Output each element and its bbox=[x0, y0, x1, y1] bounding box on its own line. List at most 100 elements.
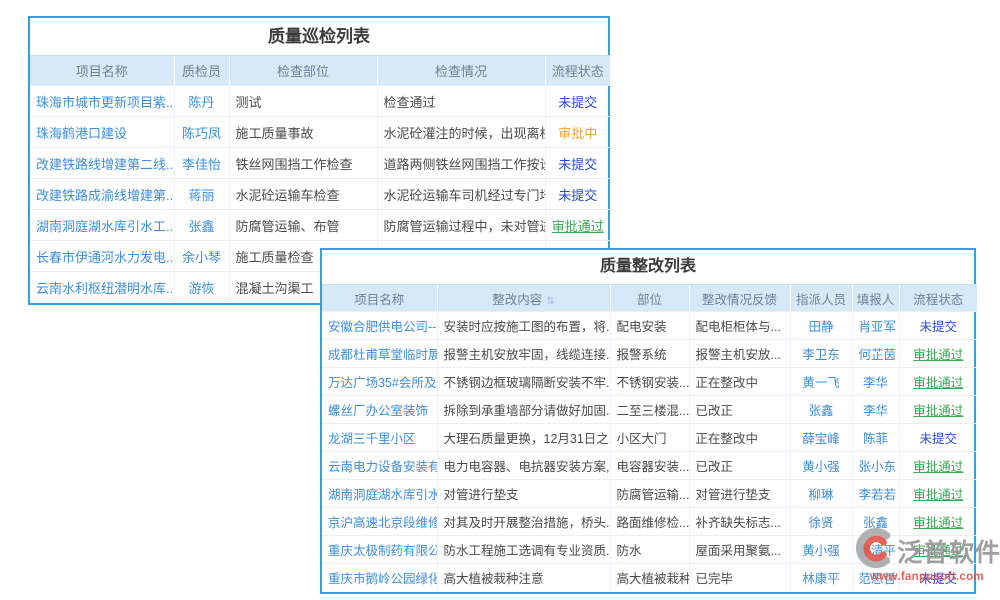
table-cell[interactable]: 安徽合肥供电公司--配电设备... bbox=[322, 312, 437, 340]
table-cell[interactable]: 审批通过 bbox=[899, 368, 977, 396]
table-cell[interactable]: 黄小强 bbox=[790, 536, 852, 564]
column-header-label: 部位 bbox=[637, 293, 662, 307]
table-cell[interactable]: 湖南洞庭湖水库引水工... bbox=[30, 210, 174, 241]
table-cell[interactable]: 螺丝厂办公室装饰 bbox=[322, 396, 437, 424]
table-row[interactable]: 改建铁路成渝线增建第...蒋丽水泥砼运输车检查水泥砼运输车司机经过专门培训...… bbox=[30, 179, 610, 210]
fanpu-url: www.fanpusoft.com bbox=[858, 571, 996, 583]
table-cell[interactable]: 黄小强 bbox=[790, 452, 852, 480]
column-header: 流程状态 bbox=[899, 285, 977, 312]
table-cell: 已完毕 bbox=[689, 564, 790, 592]
table-cell[interactable]: 湖南洞庭湖水库引水工程施工标 bbox=[322, 480, 437, 508]
table-cell: 二至三楼混... bbox=[610, 396, 689, 424]
table-cell[interactable]: 张鑫 bbox=[174, 210, 229, 241]
table-row[interactable]: 珠海市城市更新项目紫...陈丹测试检查通过未提交 bbox=[30, 86, 610, 117]
table-cell[interactable]: 张小东 bbox=[852, 452, 899, 480]
table-cell[interactable]: 未提交 bbox=[545, 148, 610, 179]
table-cell[interactable]: 张鑫 bbox=[790, 396, 852, 424]
table-cell[interactable]: 肖亚军 bbox=[852, 312, 899, 340]
table-cell[interactable]: 余小琴 bbox=[174, 241, 229, 272]
table-cell[interactable]: 审批通过 bbox=[899, 480, 977, 508]
table-cell[interactable]: 何芷茵 bbox=[852, 340, 899, 368]
table-row[interactable]: 云南电力设备安装有限公司20...电力电容器、电抗器安装方案,...电容器安装.… bbox=[322, 452, 977, 480]
column-header-label: 整改内容 bbox=[492, 293, 542, 307]
table-cell[interactable]: 林康平 bbox=[790, 564, 852, 592]
table-cell: 防腐管运输... bbox=[610, 480, 689, 508]
column-header-label: 检查情况 bbox=[435, 64, 487, 79]
table-cell[interactable]: 重庆市鹅岭公园绿化景观提升... bbox=[322, 564, 437, 592]
table-cell[interactable]: 改建铁路线增建第二线... bbox=[30, 148, 174, 179]
table-cell[interactable]: 改建铁路成渝线增建第... bbox=[30, 179, 174, 210]
table-cell[interactable]: 珠海市城市更新项目紫... bbox=[30, 86, 174, 117]
table-row[interactable]: 成都杜甫草堂临时展厅独立展...报警主机安放牢固，线缆连接...报警系统报警主机… bbox=[322, 340, 977, 368]
table-row[interactable]: 螺丝厂办公室装饰拆除到承重墙部分请做好加固...二至三楼混...已改正张鑫李华审… bbox=[322, 396, 977, 424]
table-cell[interactable]: 陈丹 bbox=[174, 86, 229, 117]
table-cell: 防腐管运输、布管 bbox=[229, 210, 377, 241]
table-cell[interactable]: 蒋丽 bbox=[174, 179, 229, 210]
column-header-label: 项目名称 bbox=[354, 293, 404, 307]
table-cell[interactable]: 未提交 bbox=[545, 179, 610, 210]
table-cell[interactable]: 李佳怡 bbox=[174, 148, 229, 179]
table-cell: 检查通过 bbox=[377, 86, 545, 117]
table-cell[interactable]: 审批通过 bbox=[899, 340, 977, 368]
table-cell: 正在整改中 bbox=[689, 368, 790, 396]
table-cell[interactable]: 李华 bbox=[852, 368, 899, 396]
column-header: 整改情况反馈 bbox=[689, 285, 790, 312]
fanpu-brand: 泛普软件 bbox=[897, 533, 1000, 569]
table-cell[interactable]: 万达广场35#会所及咖啡厅空... bbox=[322, 368, 437, 396]
table-cell[interactable]: 李华 bbox=[852, 396, 899, 424]
table-cell: 道路两侧铁丝网围挡工作按设计... bbox=[377, 148, 545, 179]
table-cell[interactable]: 未提交 bbox=[545, 86, 610, 117]
fanpu-logo-icon bbox=[853, 527, 895, 574]
table-cell[interactable]: 审批中 bbox=[545, 117, 610, 148]
table-cell[interactable]: 京沪高速北京段维修 bbox=[322, 508, 437, 536]
column-header: 流程状态 bbox=[545, 56, 610, 86]
table-cell[interactable]: 审批通过 bbox=[899, 452, 977, 480]
table-cell: 小区大门 bbox=[610, 424, 689, 452]
table-cell[interactable]: 柳琳 bbox=[790, 480, 852, 508]
table-cell[interactable]: 珠海鹤港口建设 bbox=[30, 117, 174, 148]
quality-inspection-title: 质量巡检列表 bbox=[30, 18, 608, 55]
table-cell[interactable]: 未提交 bbox=[899, 424, 977, 452]
table-cell[interactable]: 徐贤 bbox=[790, 508, 852, 536]
quality-rectification-title: 质量整改列表 bbox=[322, 250, 974, 284]
table-cell: 水泥砼运输车检查 bbox=[229, 179, 377, 210]
column-header-label: 质检员 bbox=[182, 64, 221, 79]
table-cell[interactable]: 陈巧凤 bbox=[174, 117, 229, 148]
table-cell[interactable]: 审批通过 bbox=[899, 396, 977, 424]
column-header: 指派人员 bbox=[790, 285, 852, 312]
sort-icon[interactable]: ⇅ bbox=[546, 296, 554, 307]
table-cell[interactable]: 李卫东 bbox=[790, 340, 852, 368]
column-header[interactable]: 整改内容 ⇅ bbox=[437, 285, 610, 312]
table-cell[interactable]: 田静 bbox=[790, 312, 852, 340]
table-row[interactable]: 万达广场35#会所及咖啡厅空...不锈钢边框玻璃隔断安装不牢...不锈钢安装..… bbox=[322, 368, 977, 396]
column-header-label: 流程状态 bbox=[552, 64, 604, 79]
table-cell[interactable]: 云南水利枢纽潜明水库... bbox=[30, 272, 174, 303]
table-cell: 报警主机安放牢固，线缆连接... bbox=[437, 340, 610, 368]
table-cell: 铁丝网围挡工作检查 bbox=[229, 148, 377, 179]
column-header-label: 整改情况反馈 bbox=[702, 293, 777, 307]
table-cell[interactable]: 成都杜甫草堂临时展厅独立展... bbox=[322, 340, 437, 368]
table-cell: 对其及时开展整治措施，桥头... bbox=[437, 508, 610, 536]
table-cell[interactable]: 李若若 bbox=[852, 480, 899, 508]
table-cell[interactable]: 陈菲 bbox=[852, 424, 899, 452]
table-cell: 高大植被栽种 bbox=[610, 564, 689, 592]
table-cell[interactable]: 重庆太极制药有限公司亳州中... bbox=[322, 536, 437, 564]
table-row[interactable]: 安徽合肥供电公司--配电设备...安装时应按施工图的布置，将...配电安装配电柜… bbox=[322, 312, 977, 340]
table-row[interactable]: 改建铁路线增建第二线...李佳怡铁丝网围挡工作检查道路两侧铁丝网围挡工作按设计.… bbox=[30, 148, 610, 179]
table-row[interactable]: 珠海鹤港口建设陈巧凤施工质量事故水泥砼灌注的时候，出现离析现象审批中 bbox=[30, 117, 610, 148]
table-cell: 报警系统 bbox=[610, 340, 689, 368]
table-cell[interactable]: 游恢 bbox=[174, 272, 229, 303]
table-cell[interactable]: 未提交 bbox=[899, 312, 977, 340]
table-row[interactable]: 湖南洞庭湖水库引水工...张鑫防腐管运输、布管防腐管运输过程中，未对管进行...… bbox=[30, 210, 610, 241]
table-cell[interactable]: 黄一飞 bbox=[790, 368, 852, 396]
table-row[interactable]: 湖南洞庭湖水库引水工程施工标对管进行垫支防腐管运输...对管进行垫支柳琳李若若审… bbox=[322, 480, 977, 508]
table-row[interactable]: 龙湖三千里小区大理石质量更换，12月31日之...小区大门正在整改中薛宝峰陈菲未… bbox=[322, 424, 977, 452]
table-cell[interactable]: 龙湖三千里小区 bbox=[322, 424, 437, 452]
table-cell[interactable]: 审批通过 bbox=[545, 210, 610, 241]
table-cell[interactable]: 云南电力设备安装有限公司20... bbox=[322, 452, 437, 480]
table-cell[interactable]: 长春市伊通河水力发电... bbox=[30, 241, 174, 272]
table-cell: 路面维修检... bbox=[610, 508, 689, 536]
table-cell: 防水工程施工选调有专业资质... bbox=[437, 536, 610, 564]
table-cell[interactable]: 薛宝峰 bbox=[790, 424, 852, 452]
table-cell: 配电柜柜体与... bbox=[689, 312, 790, 340]
